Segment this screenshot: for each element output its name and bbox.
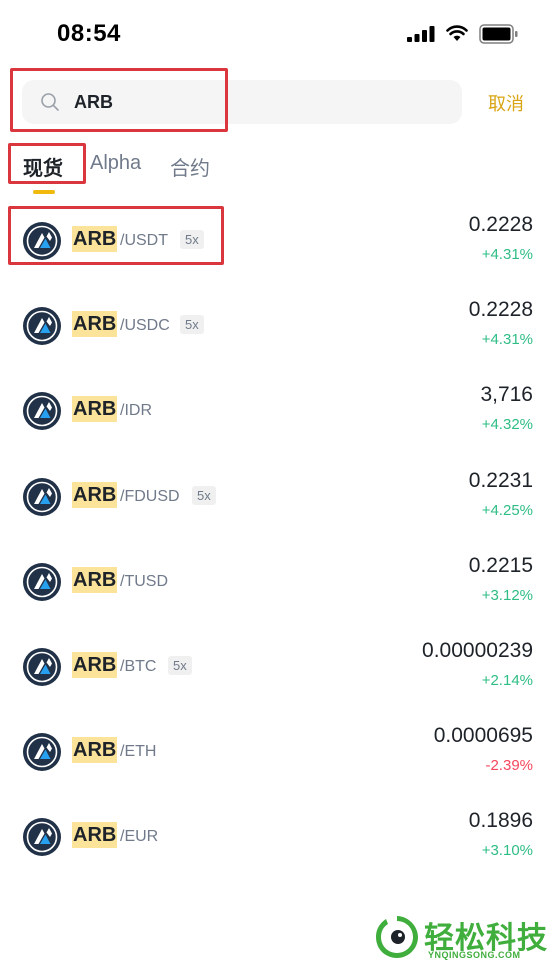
pair-price: 0.0000695	[433, 724, 533, 748]
pair-price: 3,716	[480, 383, 533, 407]
pair-change: +3.10%	[481, 842, 533, 860]
pair-quote: /USDC	[120, 317, 170, 335]
pair-base: ARB	[72, 396, 118, 423]
arb-coin-icon	[23, 647, 61, 686]
arb-coin-icon	[23, 818, 61, 857]
highlight-box-first-pair	[8, 206, 224, 265]
pair-row[interactable]: ARB/BTC 5x 0.00000239 +2.14%	[0, 622, 557, 707]
pair-row[interactable]: ARB/IDR 3,716 +4.32%	[0, 366, 557, 451]
status-time: 08:54	[57, 20, 121, 47]
pair-base: ARB	[72, 481, 118, 508]
pair-quote: /TUSD	[120, 572, 168, 590]
arb-coin-icon	[23, 477, 61, 516]
highlight-box-search	[10, 68, 228, 132]
pair-base: ARB	[72, 737, 118, 764]
pair-quote: /IDR	[120, 402, 152, 420]
pair-change: +4.31%	[481, 246, 533, 263]
highlight-box-tab	[8, 143, 86, 184]
arb-coin-icon	[23, 733, 61, 772]
pair-price: 0.2231	[468, 468, 533, 492]
pair-base: ARB	[72, 651, 118, 678]
watermark: 轻松科技 YNQINGSONG.COM	[370, 910, 557, 964]
cellular-signal-icon	[407, 26, 435, 42]
wifi-icon	[446, 25, 468, 41]
pair-price: 0.2228	[468, 298, 533, 322]
pair-base: ARB	[72, 311, 118, 338]
pair-change: +4.31%	[481, 331, 533, 349]
pair-change: -2.39%	[485, 757, 533, 775]
pair-price: 0.1896	[468, 809, 533, 833]
pair-list: ARB/USDT 5x 0.2228 +4.31% ARB/USDC 5x 0.2228 +4…	[0, 196, 557, 878]
pair-base: ARB	[72, 822, 118, 849]
leverage-badge: 5x	[168, 655, 192, 675]
pair-row[interactable]: ARB/ETH 0.0000695 -2.39%	[0, 707, 557, 792]
arb-coin-icon	[23, 562, 61, 601]
pair-price: 0.2215	[468, 553, 533, 577]
pair-change: +4.25%	[481, 501, 533, 519]
pair-change: +2.14%	[481, 671, 533, 689]
tab-alpha[interactable]: Alpha	[90, 152, 141, 175]
pair-quote: /BTC	[120, 657, 157, 675]
pair-price: 0.2228	[468, 213, 533, 236]
pair-change: +4.32%	[481, 416, 533, 434]
battery-icon	[479, 24, 518, 44]
pair-row[interactable]: ARB/TUSD 0.2215 +3.12%	[0, 537, 557, 622]
pair-change: +3.12%	[481, 586, 533, 604]
watermark-logo-icon	[376, 916, 418, 958]
pair-row[interactable]: ARB/FDUSD 5x 0.2231 +4.25%	[0, 452, 557, 537]
arb-coin-icon	[23, 307, 61, 346]
pair-quote: /FDUSD	[120, 487, 180, 505]
pair-price: 0.00000239	[422, 638, 533, 662]
status-bar: 08:54	[0, 0, 557, 66]
leverage-badge: 5x	[180, 315, 204, 335]
pair-quote: /ETH	[120, 743, 157, 761]
pair-row[interactable]: ARB/USDC 5x 0.2228 +4.31%	[0, 281, 557, 366]
tab-futures[interactable]: 合约	[170, 152, 210, 181]
active-tab-indicator	[33, 190, 55, 194]
arb-coin-icon	[23, 392, 61, 431]
leverage-badge: 5x	[192, 485, 216, 505]
cancel-button[interactable]: 取消	[488, 90, 524, 116]
pair-base: ARB	[72, 566, 118, 593]
pair-row[interactable]: ARB/EUR 0.1896 +3.10%	[0, 792, 557, 877]
pair-quote: /EUR	[120, 828, 159, 846]
watermark-subtext: YNQINGSONG.COM	[428, 950, 521, 960]
